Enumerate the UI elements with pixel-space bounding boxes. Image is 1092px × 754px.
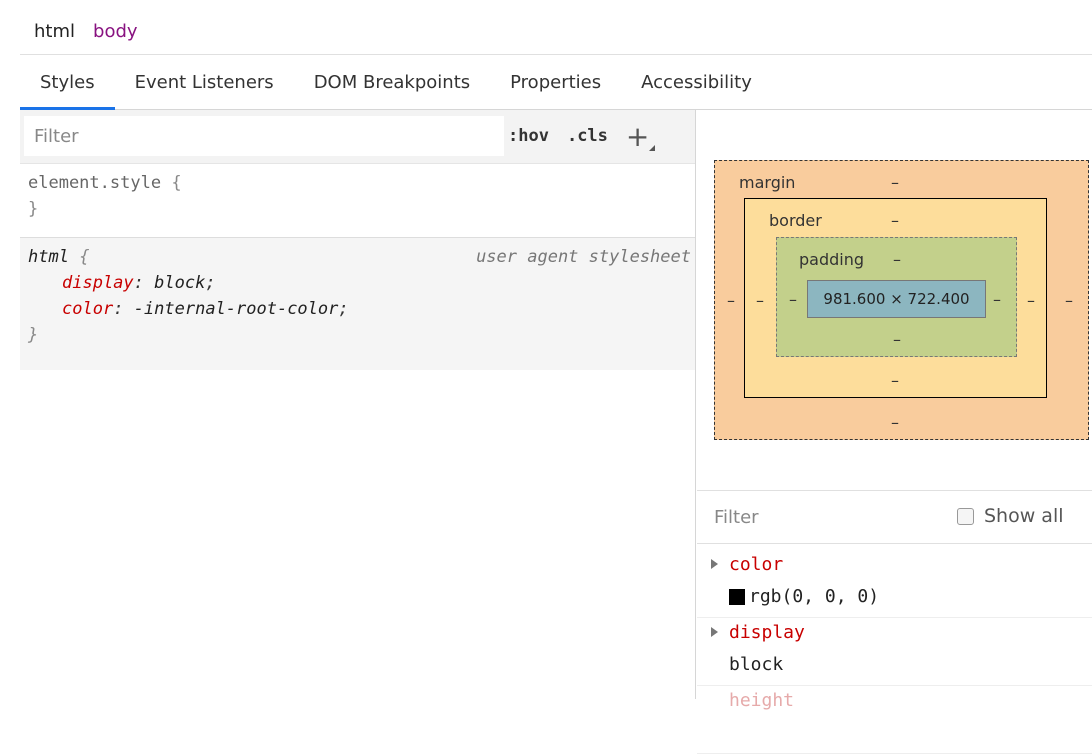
close-brace: } (28, 325, 39, 345)
style-property[interactable]: color: -internal-root-color; (28, 296, 695, 322)
open-brace: { (171, 173, 182, 193)
box-model-content[interactable]: 981.600 × 722.400 (807, 280, 986, 318)
close-brace: } (28, 199, 39, 219)
property-value: -internal-root-color (133, 299, 339, 319)
breadcrumb: html body (20, 8, 1092, 55)
styles-filter-input[interactable]: Filter (24, 116, 504, 156)
styles-toolbar: Filter :hov .cls + (20, 110, 695, 164)
margin-top-value[interactable]: – (891, 173, 899, 192)
style-property[interactable]: display: block; (28, 270, 695, 296)
tab-event-listeners[interactable]: Event Listeners (115, 56, 294, 109)
styles-tools: :hov .cls + (508, 116, 656, 156)
tab-styles[interactable]: Styles (20, 56, 115, 110)
expand-triangle-icon[interactable] (711, 627, 718, 637)
expand-triangle-icon[interactable] (711, 559, 718, 569)
stylesheet-source: user agent stylesheet (476, 247, 691, 267)
show-all-label: Show all (984, 505, 1064, 527)
computed-property-value: rgb(0, 0, 0) (729, 586, 879, 607)
computed-property-name: height (729, 690, 795, 711)
padding-left-value[interactable]: – (789, 290, 797, 309)
border-label: border (769, 211, 822, 230)
computed-properties: color rgb(0, 0, 0) display block height (697, 550, 1092, 754)
tab-properties[interactable]: Properties (490, 56, 621, 109)
margin-left-value[interactable]: – (727, 291, 735, 310)
styles-pane: Filter :hov .cls + element.style { } htm… (20, 110, 696, 699)
computed-property[interactable]: color rgb(0, 0, 0) (697, 550, 1092, 618)
padding-right-value[interactable]: – (993, 290, 1001, 309)
breadcrumb-item-body[interactable]: body (93, 21, 138, 42)
box-model-border[interactable]: border – – – – padding – – – – 981.600 ×… (744, 198, 1047, 398)
box-model-margin[interactable]: margin – – – – border – – – – padding – … (714, 160, 1089, 440)
breadcrumb-item-html[interactable]: html (34, 21, 75, 42)
cls-button[interactable]: .cls (567, 126, 608, 146)
border-bottom-value[interactable]: – (891, 371, 899, 390)
open-brace: { (79, 247, 90, 267)
margin-bottom-value[interactable]: – (891, 413, 899, 432)
border-top-value[interactable]: – (891, 211, 899, 230)
padding-top-value[interactable]: – (893, 250, 901, 269)
border-left-value[interactable]: – (756, 291, 764, 310)
tab-accessibility[interactable]: Accessibility (621, 56, 772, 109)
margin-right-value[interactable]: – (1065, 291, 1073, 310)
element-style-selector: element.style (28, 173, 162, 193)
padding-label: padding (799, 250, 865, 269)
computed-property[interactable]: height (697, 686, 1092, 754)
rule-selector: html (28, 247, 69, 267)
computed-property-name: display (729, 622, 805, 643)
padding-bottom-value[interactable]: – (893, 330, 901, 349)
computed-pane: margin – – – – border – – – – padding – … (697, 110, 1092, 754)
element-style-rule[interactable]: element.style { } (20, 164, 695, 238)
sidebar-tabs: Styles Event Listeners DOM Breakpoints P… (20, 56, 1092, 110)
show-all-checkbox[interactable] (957, 507, 974, 525)
user-agent-rule[interactable]: html { user agent stylesheet display: bl… (20, 238, 695, 370)
border-right-value[interactable]: – (1027, 291, 1035, 310)
tab-dom-breakpoints[interactable]: DOM Breakpoints (294, 56, 490, 109)
computed-property-name: color (729, 554, 784, 575)
margin-label: margin (739, 173, 796, 192)
new-style-rule-button[interactable]: + (626, 120, 656, 153)
property-value: block (154, 273, 206, 293)
computed-property[interactable]: display block (697, 618, 1092, 686)
computed-toolbar: Filter Show all (697, 490, 1092, 544)
color-swatch[interactable] (729, 588, 745, 605)
show-all-toggle[interactable]: Show all (957, 505, 1064, 527)
property-name: color (62, 299, 114, 319)
hov-button[interactable]: :hov (508, 126, 549, 146)
box-model-padding[interactable]: padding – – – – 981.600 × 722.400 (776, 237, 1017, 357)
property-name: display (62, 273, 134, 293)
computed-filter-input[interactable]: Filter (714, 507, 759, 528)
computed-property-value: block (729, 654, 784, 675)
